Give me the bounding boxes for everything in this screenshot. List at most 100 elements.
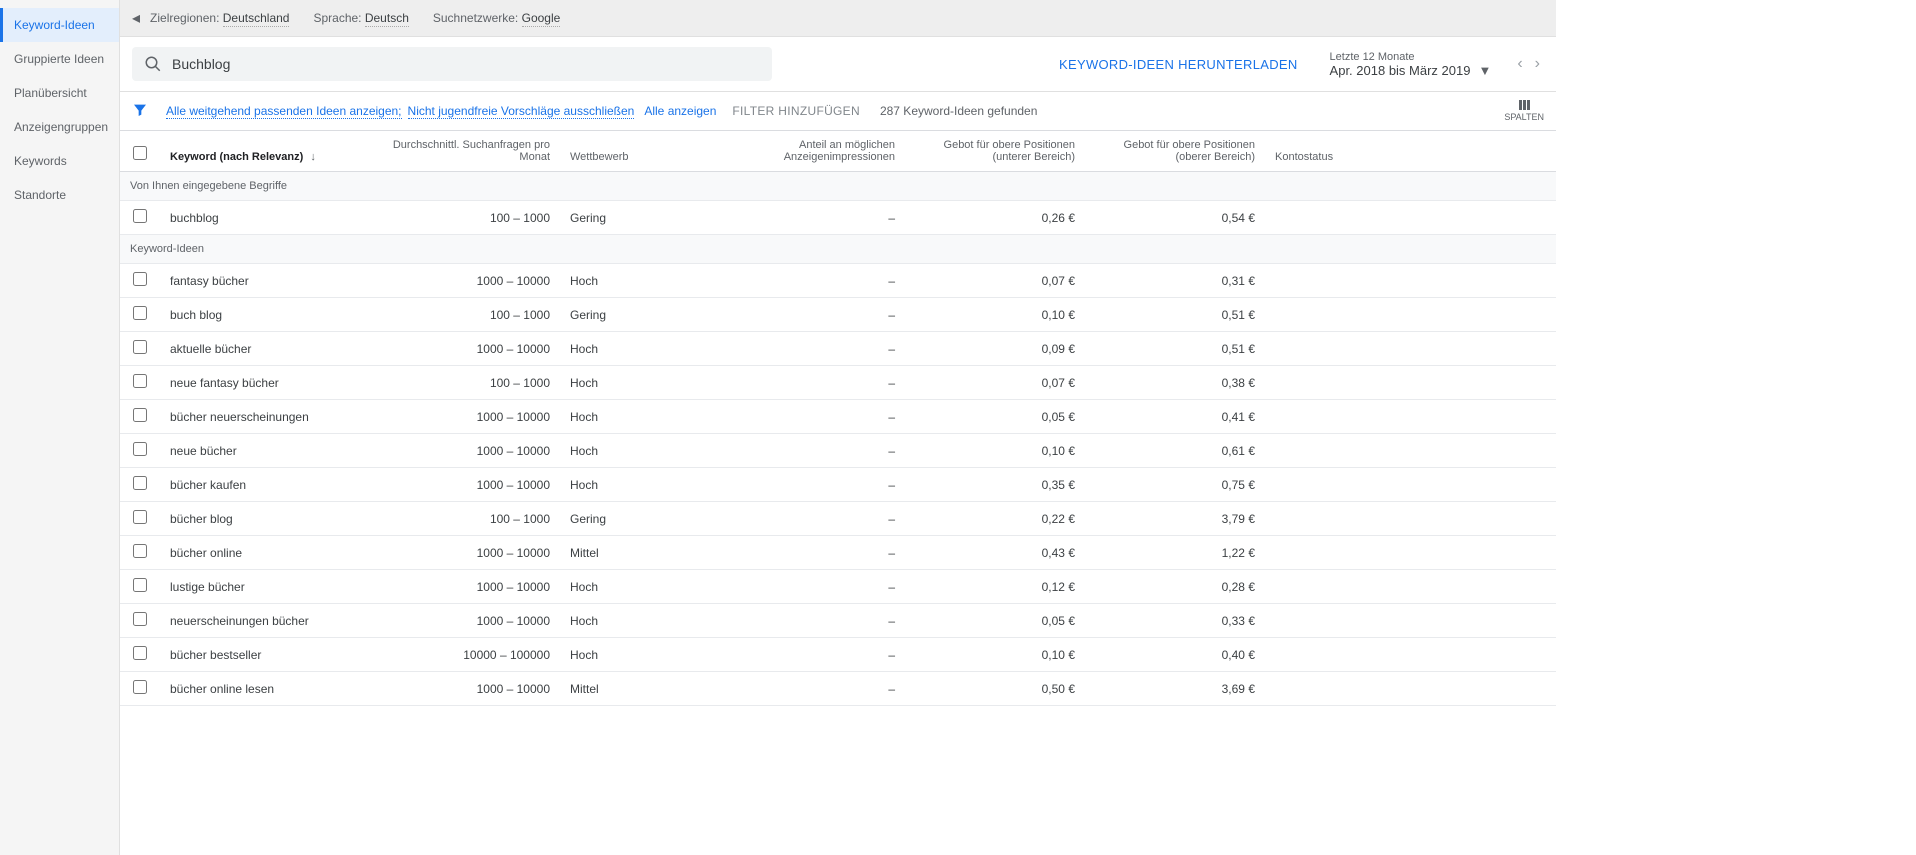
target-network[interactable]: Suchnetzwerke: Google xyxy=(433,11,560,25)
cell-competition: Hoch xyxy=(560,366,730,400)
search-box[interactable] xyxy=(132,47,772,81)
prev-period-icon[interactable]: ‹ xyxy=(1513,51,1526,77)
row-checkbox[interactable] xyxy=(133,408,147,422)
targeting-bar: ◂ Zielregionen: Deutschland Sprache: Deu… xyxy=(120,0,1556,37)
table-row: neue bücher1000 – 10000Hoch–0,10 €0,61 € xyxy=(120,434,1556,468)
cell-impressions: – xyxy=(730,672,905,706)
cell-competition: Gering xyxy=(560,201,730,235)
cell-status xyxy=(1265,400,1556,434)
row-checkbox[interactable] xyxy=(133,340,147,354)
target-region[interactable]: Zielregionen: Deutschland xyxy=(150,11,289,25)
cell-competition: Hoch xyxy=(560,434,730,468)
col-status[interactable]: Kontostatus xyxy=(1265,131,1556,172)
select-all-checkbox[interactable] xyxy=(133,146,147,160)
sidebar-item-5[interactable]: Standorte xyxy=(0,178,119,212)
cell-bid-low: 0,07 € xyxy=(905,264,1085,298)
row-checkbox[interactable] xyxy=(133,209,147,223)
table-row: buchblog100 – 1000Gering–0,26 €0,54 € xyxy=(120,201,1556,235)
cell-searches: 1000 – 10000 xyxy=(360,264,560,298)
cell-bid-high: 0,61 € xyxy=(1085,434,1265,468)
results-table: Keyword (nach Relevanz) ↓ Durchschnittl.… xyxy=(120,131,1556,706)
sidebar-item-2[interactable]: Planübersicht xyxy=(0,76,119,110)
region-label: Zielregionen: xyxy=(150,11,219,25)
table-row: bücher kaufen1000 – 10000Hoch–0,35 €0,75… xyxy=(120,468,1556,502)
col-bid-low[interactable]: Gebot für obere Positionen (unterer Bere… xyxy=(905,131,1085,172)
cell-status xyxy=(1265,536,1556,570)
row-checkbox[interactable] xyxy=(133,544,147,558)
filter-broad-match[interactable]: Alle weitgehend passenden Ideen anzeigen… xyxy=(166,104,402,119)
sidebar-item-1[interactable]: Gruppierte Ideen xyxy=(0,42,119,76)
filter-show-all[interactable]: Alle anzeigen xyxy=(644,104,716,118)
search-row: KEYWORD-IDEEN HERUNTERLADEN Letzte 12 Mo… xyxy=(120,37,1556,91)
filter-exclude-adult[interactable]: Nicht jugendfreie Vorschläge ausschließe… xyxy=(408,104,635,119)
row-checkbox[interactable] xyxy=(133,374,147,388)
cell-bid-low: 0,07 € xyxy=(905,366,1085,400)
cell-competition: Hoch xyxy=(560,332,730,366)
cell-impressions: – xyxy=(730,638,905,672)
col-impressions[interactable]: Anteil an möglichen Anzeigenimpressionen xyxy=(730,131,905,172)
lang-label: Sprache: xyxy=(313,11,361,25)
cell-status xyxy=(1265,264,1556,298)
cell-bid-low: 0,10 € xyxy=(905,298,1085,332)
cell-searches: 1000 – 10000 xyxy=(360,468,560,502)
columns-icon xyxy=(1519,100,1530,110)
add-filter-button[interactable]: FILTER HINZUFÜGEN xyxy=(732,104,860,118)
cell-bid-high: 0,41 € xyxy=(1085,400,1265,434)
cell-keyword: neuerscheinungen bücher xyxy=(160,604,360,638)
cell-bid-low: 0,05 € xyxy=(905,604,1085,638)
cell-status xyxy=(1265,201,1556,235)
table-row: aktuelle bücher1000 – 10000Hoch–0,09 €0,… xyxy=(120,332,1556,366)
row-checkbox[interactable] xyxy=(133,442,147,456)
cell-keyword: bücher kaufen xyxy=(160,468,360,502)
sidebar-item-4[interactable]: Keywords xyxy=(0,144,119,178)
columns-label: SPALTEN xyxy=(1504,112,1544,122)
sidebar-item-0[interactable]: Keyword-Ideen xyxy=(0,8,119,42)
row-checkbox[interactable] xyxy=(133,306,147,320)
cell-keyword: bücher online xyxy=(160,536,360,570)
next-period-icon[interactable]: › xyxy=(1531,51,1544,77)
cell-competition: Hoch xyxy=(560,570,730,604)
target-language[interactable]: Sprache: Deutsch xyxy=(313,11,408,25)
date-range-picker[interactable]: Letzte 12 Monate Apr. 2018 bis März 2019… xyxy=(1330,51,1492,78)
cell-searches: 100 – 1000 xyxy=(360,298,560,332)
columns-button[interactable]: SPALTEN xyxy=(1504,100,1544,122)
network-label: Suchnetzwerke: xyxy=(433,11,518,25)
cell-keyword: neue fantasy bücher xyxy=(160,366,360,400)
cell-bid-low: 0,10 € xyxy=(905,638,1085,672)
cell-searches: 1000 – 10000 xyxy=(360,570,560,604)
col-searches[interactable]: Durchschnittl. Suchanfragen pro Monat xyxy=(360,131,560,172)
ideas-count: 287 Keyword-Ideen gefunden xyxy=(880,104,1037,118)
cell-searches: 1000 – 10000 xyxy=(360,400,560,434)
row-checkbox[interactable] xyxy=(133,646,147,660)
back-icon[interactable]: ◂ xyxy=(132,8,140,28)
cell-impressions: – xyxy=(730,366,905,400)
cell-status xyxy=(1265,366,1556,400)
row-checkbox[interactable] xyxy=(133,510,147,524)
cell-bid-high: 0,51 € xyxy=(1085,332,1265,366)
row-checkbox[interactable] xyxy=(133,476,147,490)
row-checkbox[interactable] xyxy=(133,272,147,286)
search-input[interactable] xyxy=(172,56,760,72)
download-ideas-button[interactable]: KEYWORD-IDEEN HERUNTERLADEN xyxy=(1059,57,1298,72)
cell-impressions: – xyxy=(730,604,905,638)
region-value: Deutschland xyxy=(223,11,290,27)
row-checkbox[interactable] xyxy=(133,578,147,592)
table-row: bücher neuerscheinungen1000 – 10000Hoch–… xyxy=(120,400,1556,434)
cell-searches: 1000 – 10000 xyxy=(360,604,560,638)
cell-competition: Mittel xyxy=(560,672,730,706)
col-keyword[interactable]: Keyword (nach Relevanz) ↓ xyxy=(160,131,360,172)
row-checkbox[interactable] xyxy=(133,612,147,626)
cell-searches: 100 – 1000 xyxy=(360,502,560,536)
col-bid-high[interactable]: Gebot für obere Positionen (oberer Berei… xyxy=(1085,131,1265,172)
row-checkbox[interactable] xyxy=(133,680,147,694)
sidebar: Keyword-IdeenGruppierte IdeenPlanübersic… xyxy=(0,0,120,855)
cell-impressions: – xyxy=(730,570,905,604)
cell-searches: 100 – 1000 xyxy=(360,201,560,235)
cell-status xyxy=(1265,604,1556,638)
cell-competition: Hoch xyxy=(560,400,730,434)
col-competition[interactable]: Wettbewerb xyxy=(560,131,730,172)
cell-impressions: – xyxy=(730,434,905,468)
cell-bid-low: 0,22 € xyxy=(905,502,1085,536)
filter-icon[interactable] xyxy=(132,102,148,121)
sidebar-item-3[interactable]: Anzeigengruppen xyxy=(0,110,119,144)
